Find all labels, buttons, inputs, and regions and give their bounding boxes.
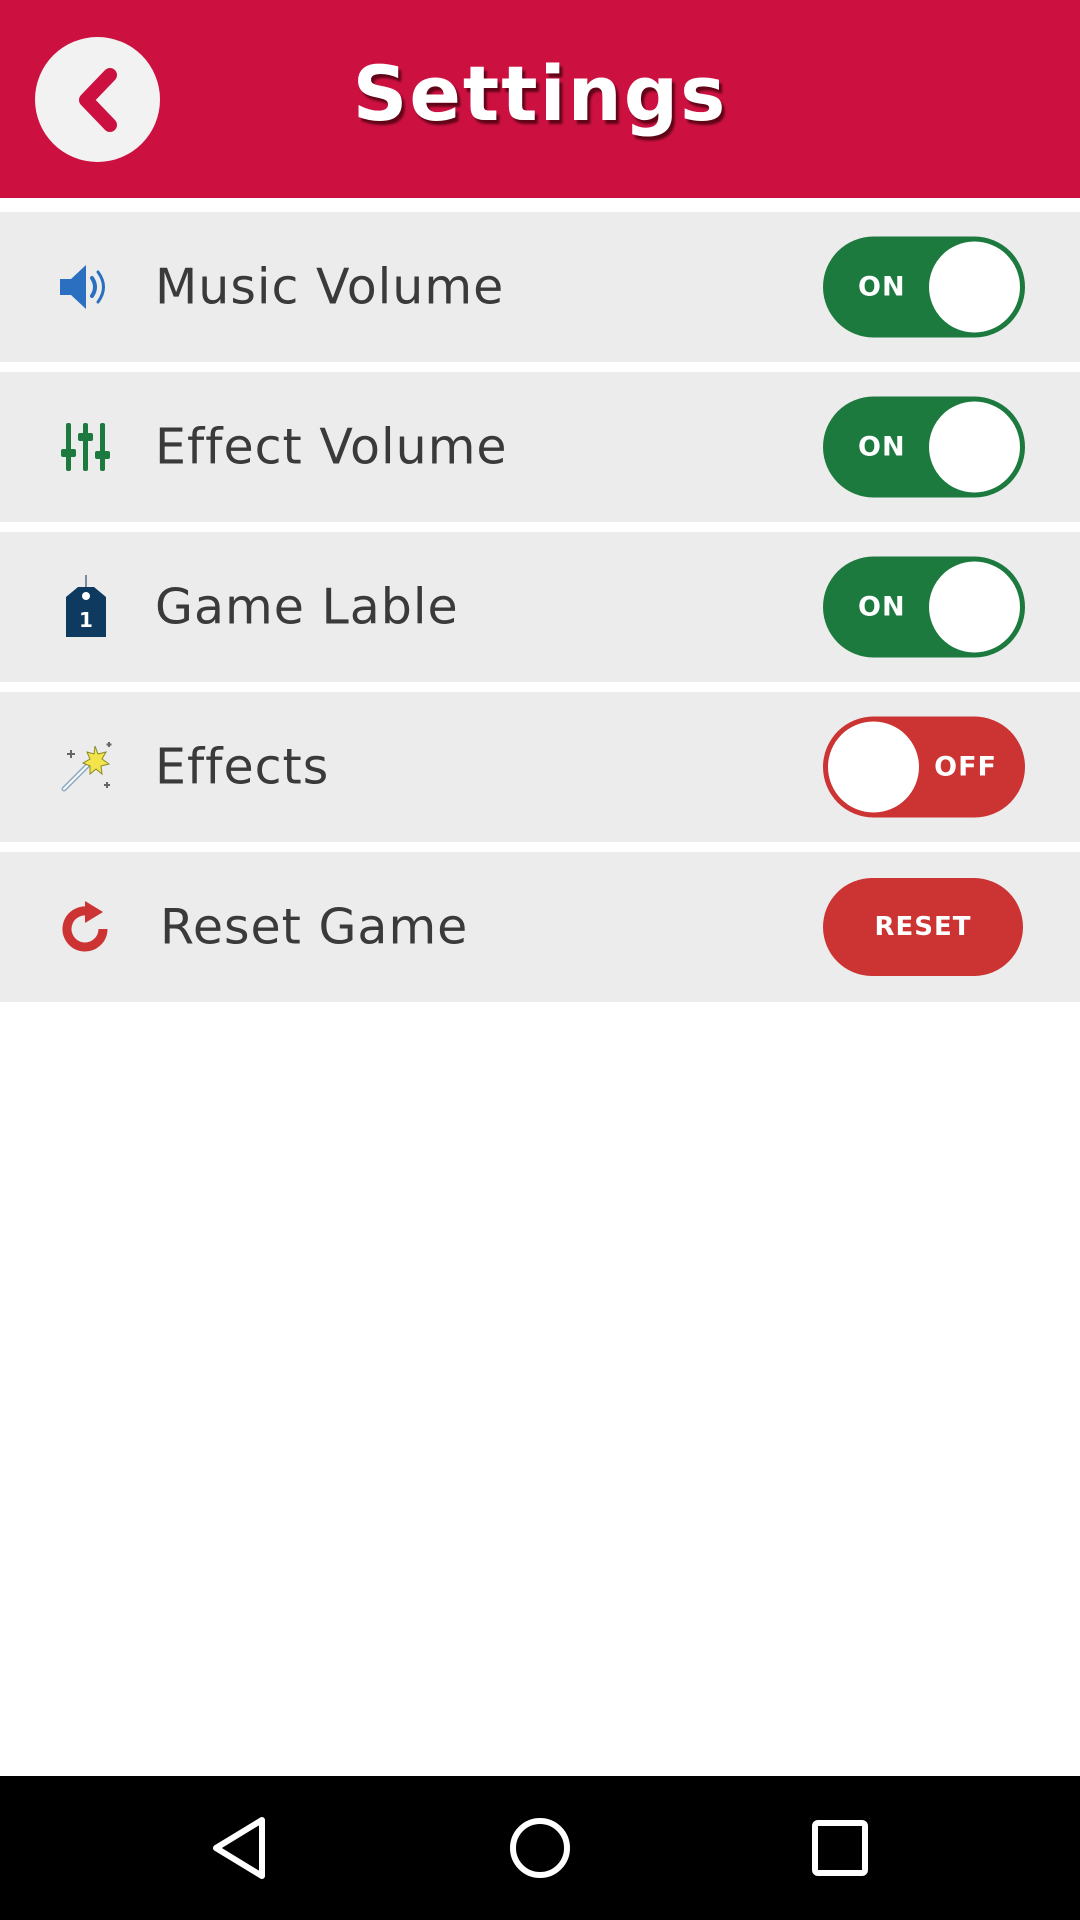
settings-row-effects: Effects OFF <box>0 692 1080 842</box>
toggle-state-label: OFF <box>934 751 997 783</box>
magic-wand-icon <box>58 735 114 799</box>
reset-button[interactable]: RESET <box>823 878 1023 976</box>
speaker-volume-icon <box>58 255 114 319</box>
nav-recents-icon <box>812 1820 868 1876</box>
sliders-icon <box>58 415 114 479</box>
toggle-knob <box>828 721 919 813</box>
toggle-state-label: ON <box>858 431 906 463</box>
effect-volume-toggle[interactable]: ON <box>823 396 1025 498</box>
tag-number: 1 <box>79 608 93 632</box>
music-volume-toggle[interactable]: ON <box>823 236 1025 338</box>
nav-home-button[interactable] <box>488 1796 592 1900</box>
nav-recents-button[interactable] <box>788 1796 892 1900</box>
toggle-state-label: ON <box>858 591 906 623</box>
toggle-state-label: ON <box>858 271 906 303</box>
nav-back-icon <box>213 1817 265 1879</box>
nav-back-button[interactable] <box>188 1796 292 1900</box>
effect-volume-label: Effect Volume <box>155 418 508 476</box>
game-lable-toggle[interactable]: ON <box>823 556 1025 658</box>
settings-row-music-volume: Music Volume ON <box>0 212 1080 362</box>
page-title: Settings <box>352 49 728 138</box>
settings-row-reset-game: Reset Game RESET <box>0 852 1080 1002</box>
game-lable-label: Game Lable <box>155 578 459 636</box>
refresh-icon <box>58 895 114 959</box>
reset-game-label: Reset Game <box>160 898 469 956</box>
settings-row-effect-volume: Effect Volume ON <box>0 372 1080 522</box>
nav-home-icon <box>510 1818 570 1878</box>
settings-row-game-lable: 1 Game Lable ON <box>0 532 1080 682</box>
effects-toggle[interactable]: OFF <box>823 716 1025 818</box>
header-bar: Settings <box>0 0 1080 198</box>
toggle-knob <box>929 241 1020 333</box>
tag-icon: 1 <box>58 575 114 639</box>
settings-screen: Settings Music Volume ON Effect Volume O… <box>0 0 1080 1920</box>
effects-label: Effects <box>155 738 330 796</box>
system-nav-bar <box>0 1776 1080 1920</box>
toggle-knob <box>929 401 1020 493</box>
music-volume-label: Music Volume <box>155 258 505 316</box>
toggle-knob <box>929 561 1020 653</box>
